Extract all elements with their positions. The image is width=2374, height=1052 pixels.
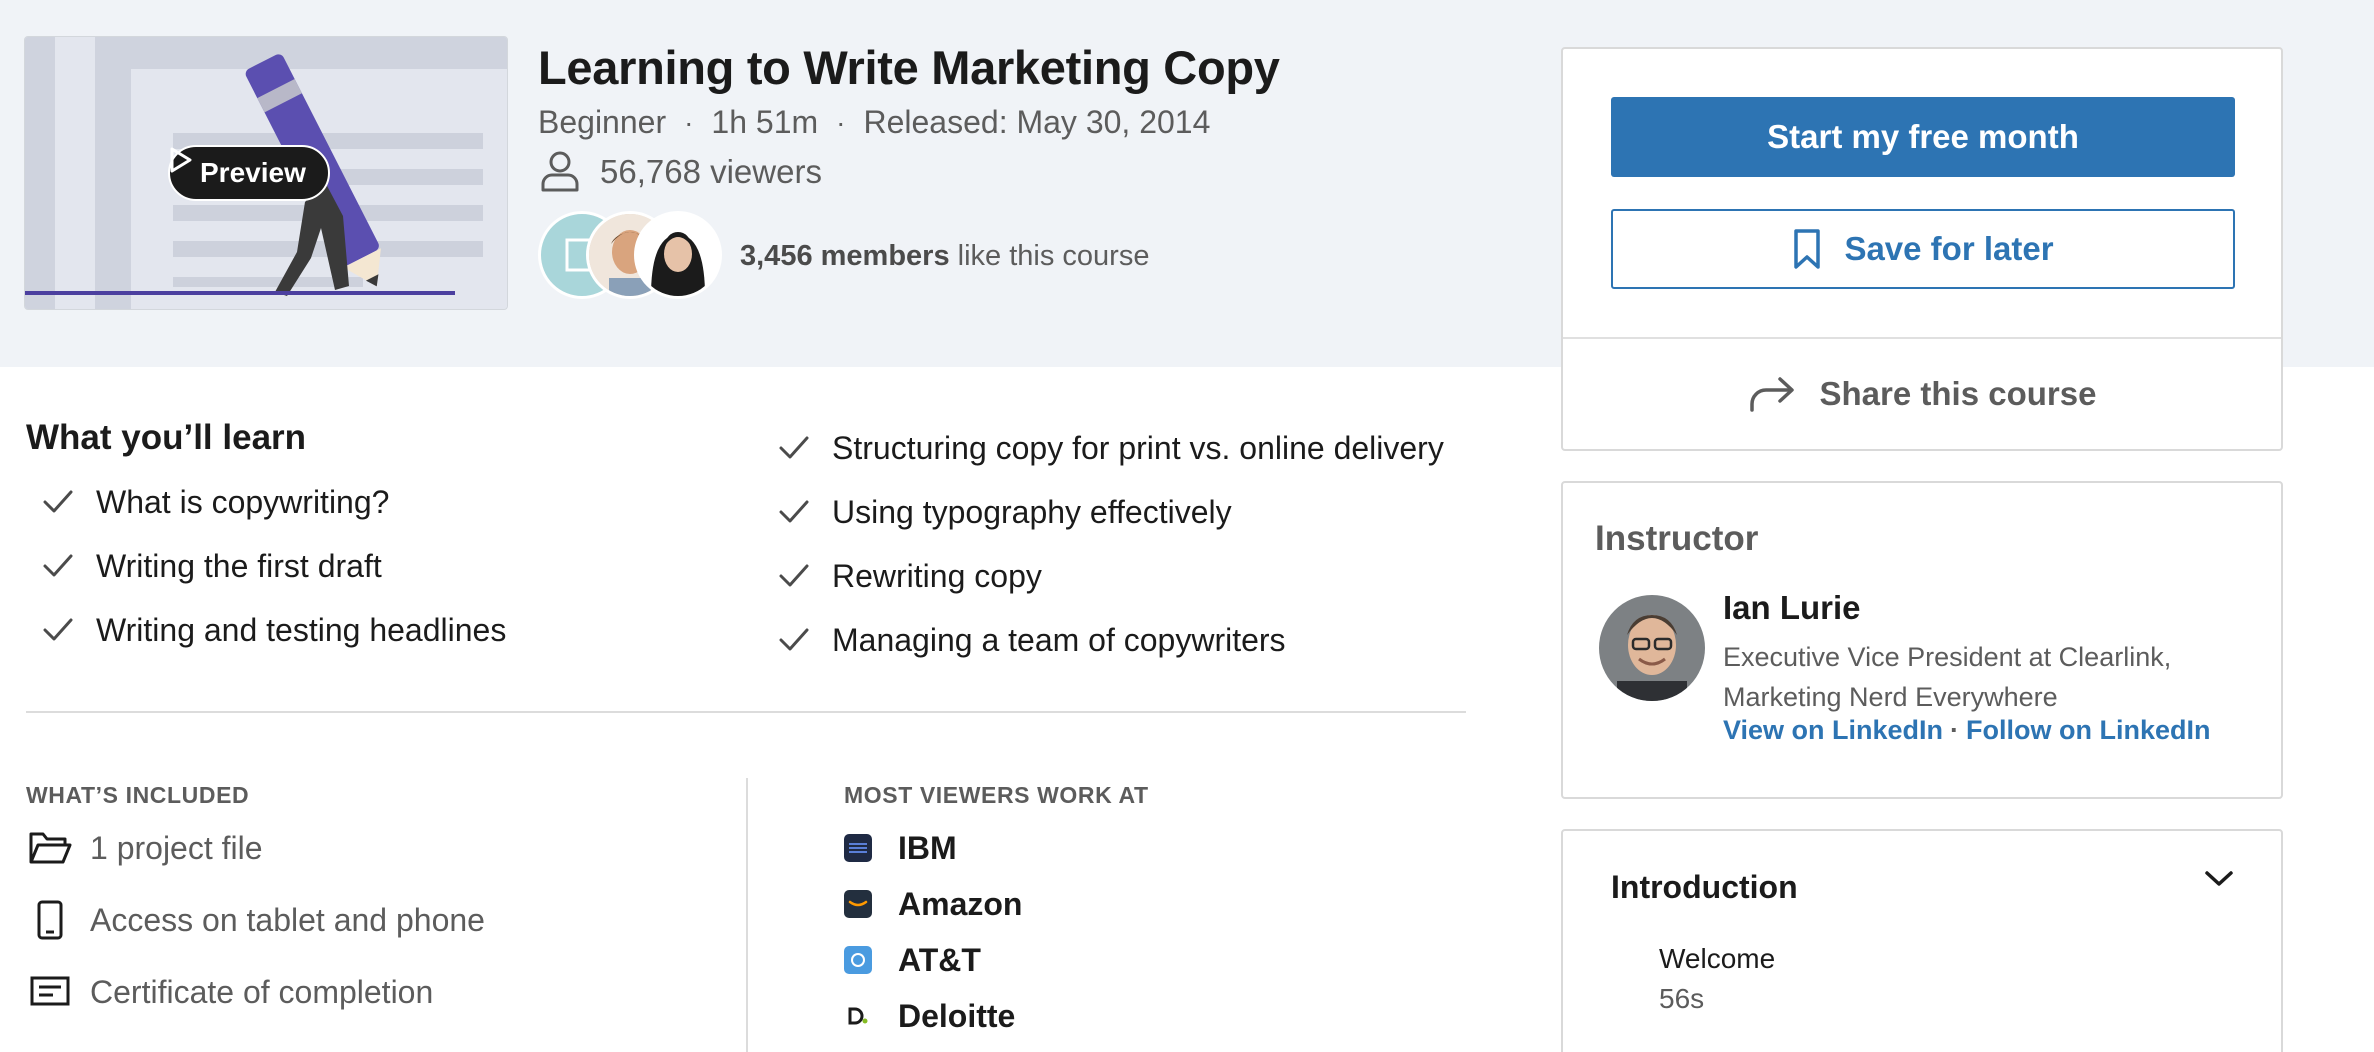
ibm-logo-icon: [844, 834, 872, 862]
play-icon: [170, 147, 192, 173]
save-for-later-button[interactable]: Save for later: [1611, 209, 2235, 289]
members-like-text: 3,456 members like this course: [740, 240, 1149, 273]
share-course-label: Share this course: [1819, 375, 2097, 412]
instructor-name: Ian Lurie: [1723, 589, 1861, 626]
learn-list-left: What is copywriting? Writing the first d…: [42, 470, 506, 662]
included-item-text: 1 project file: [90, 829, 263, 866]
list-item: Writing the first draft: [42, 534, 506, 598]
list-item: What is copywriting?: [42, 470, 506, 534]
folder-icon: [26, 824, 74, 872]
share-course-button[interactable]: Share this course: [1563, 363, 2281, 425]
bookmark-icon: [1794, 229, 1821, 269]
list-item: IBM: [844, 820, 1022, 876]
start-free-month-button[interactable]: Start my free month: [1611, 97, 2235, 177]
meta-separator: ·: [836, 106, 846, 138]
learn-list-right: Structuring copy for print vs. online de…: [778, 416, 1444, 672]
preview-button[interactable]: Preview: [168, 145, 330, 201]
learn-item-text: Writing and testing headlines: [96, 611, 507, 648]
checkmark-icon: [779, 436, 809, 459]
course-release-date: Released: May 30, 2014: [863, 104, 1211, 140]
deloitte-logo-icon: [844, 1002, 872, 1030]
whats-included-list: 1 project file Access on tablet and phon…: [26, 812, 485, 1028]
person-icon: [541, 151, 579, 192]
link-separator: ·: [1950, 715, 1960, 745]
course-thumbnail[interactable]: Preview: [24, 36, 508, 310]
list-item: Deloitte: [844, 988, 1022, 1044]
save-for-later-label: Save for later: [1844, 230, 2054, 267]
included-item-text: Certificate of completion: [90, 973, 434, 1010]
likes-count: 3,456 members: [740, 240, 950, 272]
att-logo-icon: [844, 946, 872, 974]
list-item: Rewriting copy: [778, 544, 1444, 608]
company-name: IBM: [898, 829, 957, 866]
list-item: Access on tablet and phone: [26, 884, 485, 956]
share-icon: [1749, 377, 1794, 412]
likes-suffix: like this course: [949, 240, 1150, 272]
instructor-heading: Instructor: [1595, 519, 1759, 558]
list-item: Amazon: [844, 876, 1022, 932]
viewer-count: 56,768 viewers: [538, 150, 822, 194]
checkmark-icon: [779, 628, 809, 651]
learn-item-text: What is copywriting?: [96, 483, 390, 520]
section-divider: [26, 711, 1466, 713]
member-avatars: [538, 211, 724, 299]
learn-item-text: Managing a team of copywriters: [832, 621, 1286, 658]
list-item: Using typography effectively: [778, 480, 1444, 544]
list-item: Managing a team of copywriters: [778, 608, 1444, 672]
checkmark-icon: [43, 618, 73, 641]
avatar: [634, 211, 722, 299]
certificate-icon: [26, 968, 74, 1016]
viewer-count-text: 56,768 viewers: [600, 153, 822, 190]
learn-item-text: Rewriting copy: [832, 557, 1042, 594]
list-item: AT&T: [844, 932, 1022, 988]
learn-item-text: Structuring copy for print vs. online de…: [832, 429, 1444, 466]
course-duration: 1h 51m: [711, 104, 819, 140]
view-on-linkedin-link[interactable]: View on LinkedIn: [1723, 715, 1943, 745]
cta-card: Start my free month Save for later Share…: [1561, 47, 2283, 451]
list-item: Certificate of completion: [26, 956, 485, 1028]
list-item: Structuring copy for print vs. online de…: [778, 416, 1444, 480]
list-item: 1 project file: [26, 812, 485, 884]
column-divider: [746, 778, 748, 1052]
checkmark-icon: [43, 554, 73, 577]
learn-item-text: Writing the first draft: [96, 547, 382, 584]
follow-on-linkedin-link[interactable]: Follow on LinkedIn: [1966, 715, 2210, 745]
checkmark-icon: [779, 564, 809, 587]
instructor-links: View on LinkedIn · Follow on LinkedIn: [1723, 715, 2211, 746]
company-list: IBM Amazon AT&T Deloitte: [844, 820, 1022, 1044]
table-of-contents-card: Introduction Welcome 56s: [1561, 829, 2283, 1052]
amazon-logo-icon: [844, 890, 872, 918]
checkmark-icon: [43, 490, 73, 513]
instructor-card: Instructor Ian Lurie Executive Vice Pres…: [1561, 481, 2283, 799]
instructor-bio: Executive Vice President at Clearlink, M…: [1723, 642, 2172, 712]
toc-item-duration: 56s: [1659, 983, 1705, 1014]
whats-included-heading: WHAT’S INCLUDED: [26, 782, 250, 808]
chevron-down-icon[interactable]: [2203, 869, 2235, 889]
list-item: Writing and testing headlines: [42, 598, 506, 662]
most-viewers-work-at-heading: MOST VIEWERS WORK AT: [844, 782, 1149, 808]
learn-item-text: Using typography effectively: [832, 493, 1232, 530]
preview-label: Preview: [200, 157, 306, 188]
course-title: Learning to Write Marketing Copy: [538, 41, 1280, 94]
card-divider: [1563, 337, 2281, 339]
company-name: AT&T: [898, 941, 981, 978]
meta-separator: ·: [684, 106, 694, 138]
company-name: Amazon: [898, 885, 1023, 922]
checkmark-icon: [779, 500, 809, 523]
toc-item-title[interactable]: Welcome: [1659, 943, 1775, 975]
course-level: Beginner: [538, 104, 667, 140]
phone-icon: [26, 896, 74, 944]
what-youll-learn-heading: What you’ll learn: [26, 418, 307, 457]
instructor-avatar[interactable]: [1599, 595, 1705, 701]
toc-section-title[interactable]: Introduction: [1611, 869, 1798, 906]
course-meta: Beginner · 1h 51m · Released: May 30, 20…: [538, 104, 1210, 141]
included-item-text: Access on tablet and phone: [90, 901, 485, 938]
company-name: Deloitte: [898, 997, 1016, 1034]
